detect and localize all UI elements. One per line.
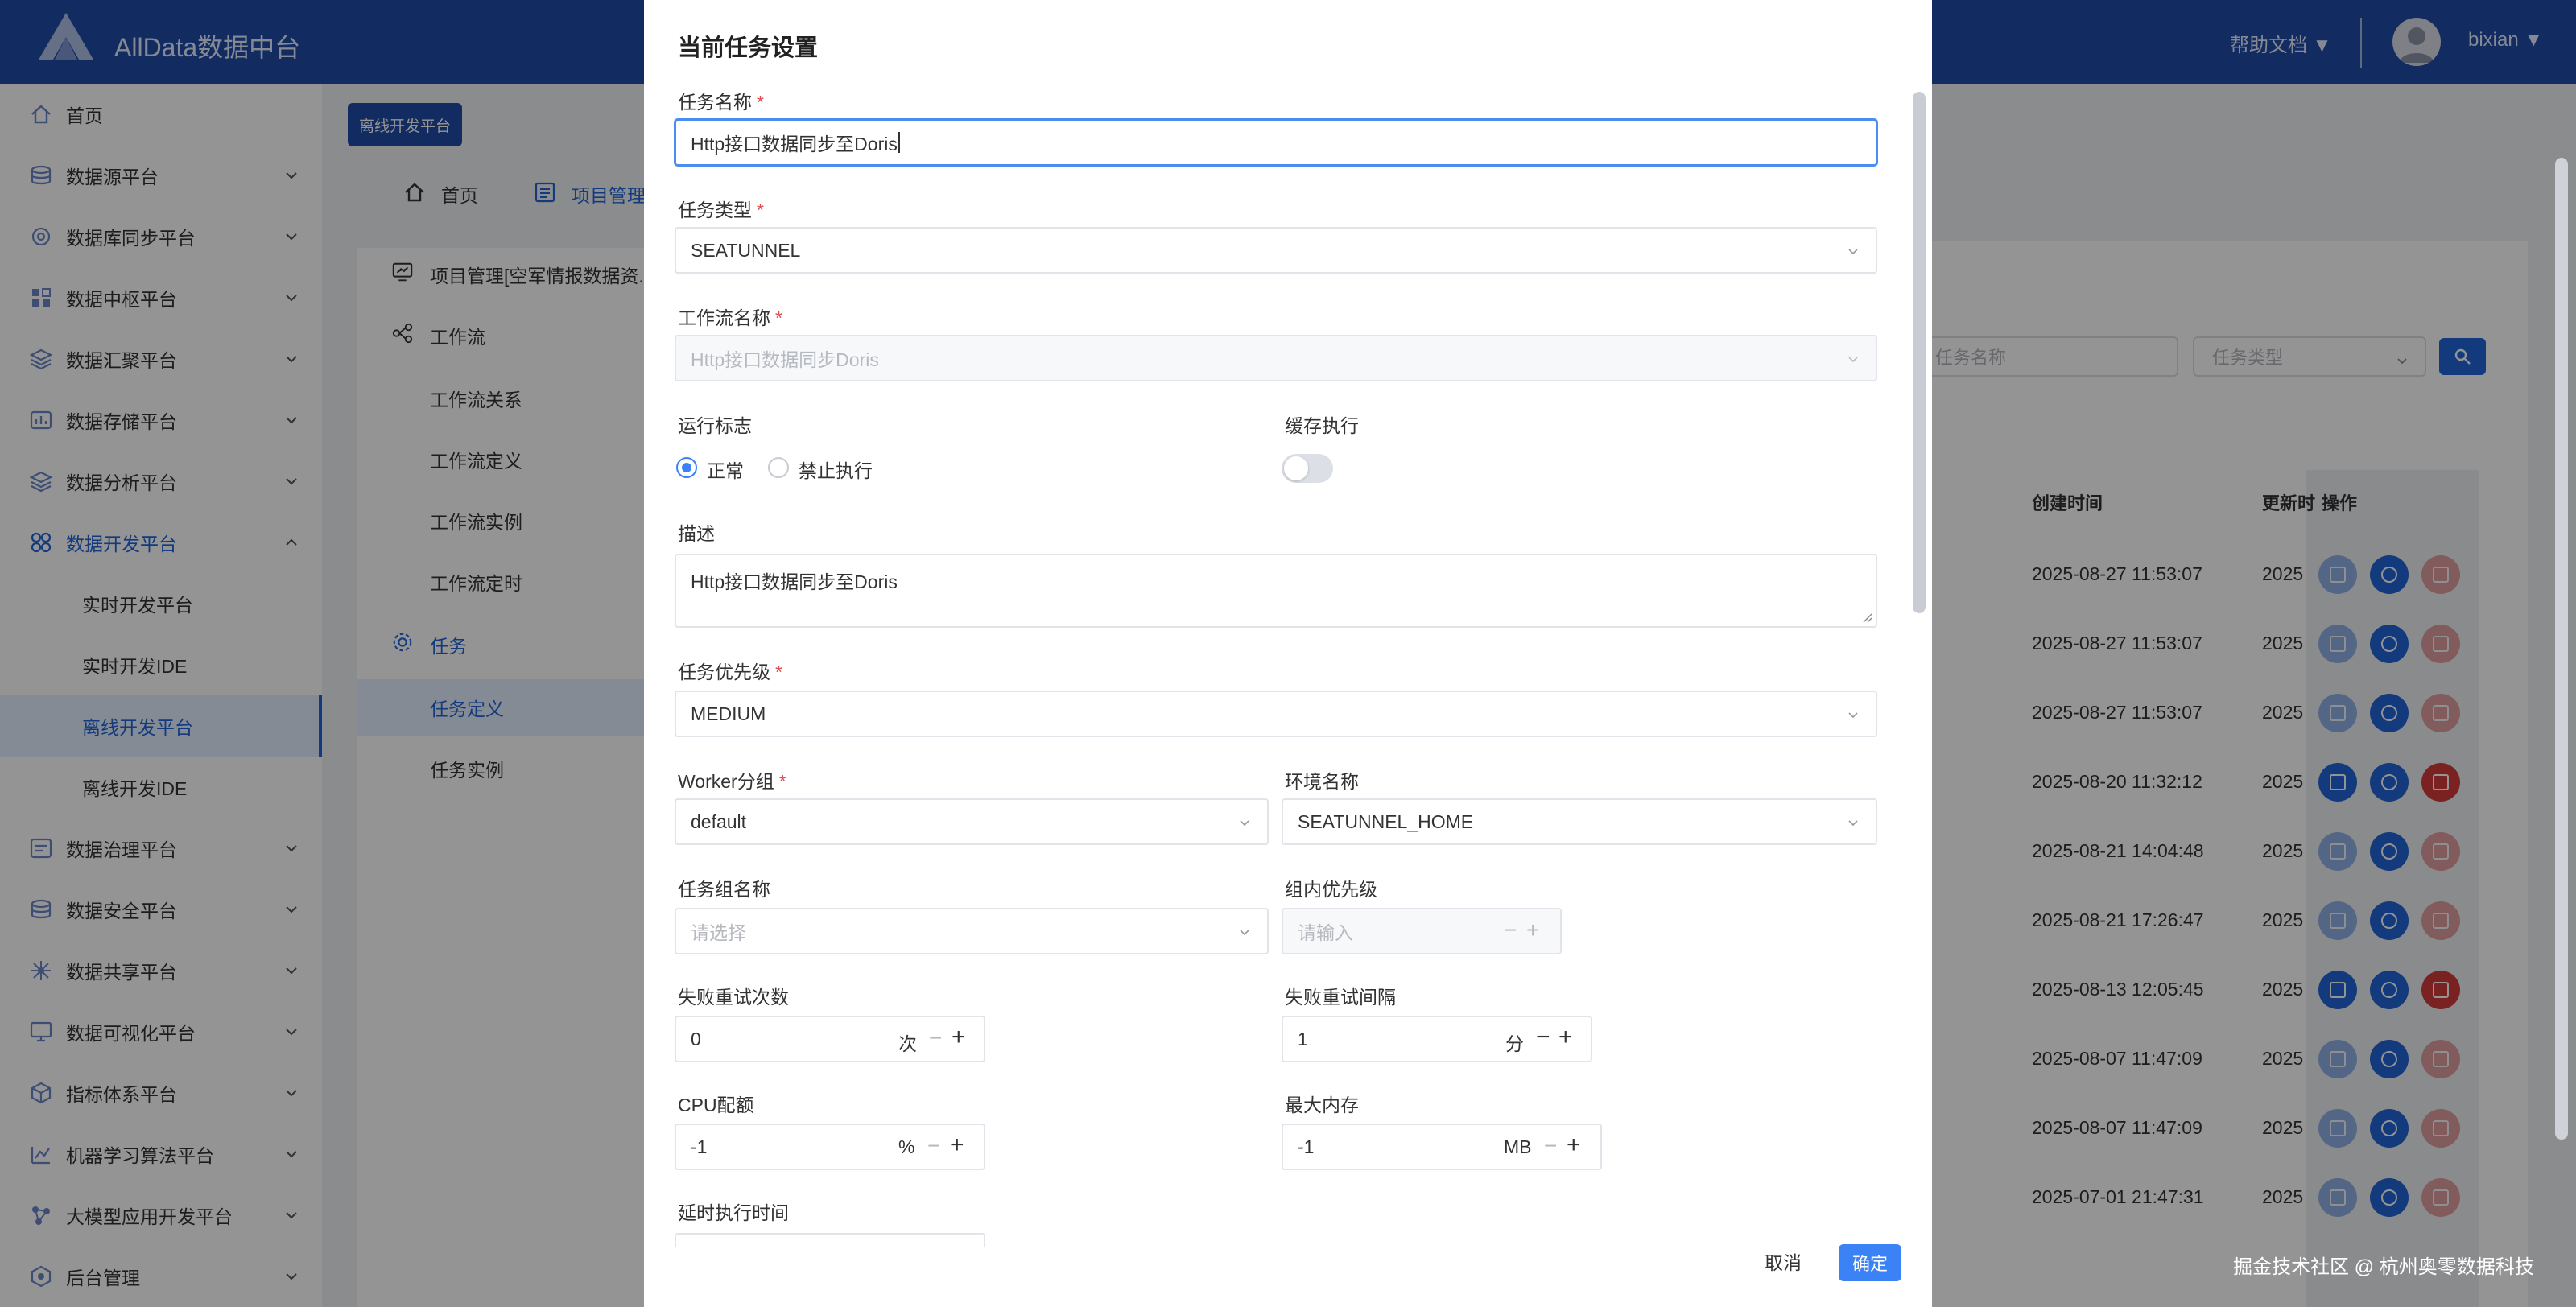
run-flag-disabled-radio[interactable] <box>768 457 789 478</box>
cpu-quota-value: -1 <box>691 1136 708 1157</box>
worker-group-value: default <box>691 810 747 832</box>
task-type-dropdown[interactable]: SEATUNNEL <box>675 227 1877 274</box>
task-type-value: SEATUNNEL <box>691 239 801 261</box>
task-group-dropdown[interactable]: 请选择 <box>675 908 1269 954</box>
workflow-name-label: 工作流名称 * <box>678 303 782 330</box>
cancel-button[interactable]: 取消 <box>1765 1247 1802 1275</box>
label-text: 任务名称 <box>678 92 752 113</box>
increment-icon[interactable]: + <box>1558 1024 1573 1051</box>
priority-label: 任务优先级 * <box>678 657 782 684</box>
retry-times-unit: 次 <box>898 1033 917 1054</box>
run-flag-label: 运行标志 <box>678 415 752 436</box>
max-memory-value: -1 <box>1298 1136 1315 1157</box>
decrement-icon[interactable]: − <box>1544 1133 1557 1159</box>
dialog-scrollbar[interactable] <box>1913 92 1926 613</box>
cpu-quota-label: CPU配额 <box>678 1095 754 1115</box>
cpu-quota-unit: % <box>898 1136 915 1157</box>
increment-icon[interactable]: + <box>950 1132 964 1159</box>
chevron-down-icon <box>1848 712 1858 719</box>
label-text: 工作流名称 <box>678 307 770 328</box>
retry-times-stepper[interactable]: 0 次 − + <box>675 1016 985 1062</box>
group-priority-stepper[interactable]: 请输入 − + <box>1282 908 1562 954</box>
max-memory-unit: MB <box>1504 1136 1532 1157</box>
required-mark: * <box>778 771 786 792</box>
required-mark: * <box>775 307 782 328</box>
increment-icon[interactable]: + <box>952 1024 966 1051</box>
required-mark: * <box>775 662 782 682</box>
increment-icon[interactable]: + <box>1526 917 1539 943</box>
task-name-label: 任务名称 * <box>678 87 764 114</box>
run-flag-normal-label[interactable]: 正常 <box>707 456 744 483</box>
delay-time-label: 延时执行时间 <box>678 1202 789 1223</box>
chevron-down-icon <box>1240 930 1249 936</box>
increment-icon[interactable]: + <box>1567 1132 1581 1159</box>
max-memory-stepper[interactable]: -1 MB − + <box>1282 1124 1602 1170</box>
required-mark: * <box>757 92 764 113</box>
resize-handle-icon[interactable] <box>1861 612 1872 623</box>
retry-times-value: 0 <box>691 1028 701 1049</box>
task-type-label: 任务类型 * <box>678 195 764 222</box>
retry-interval-label: 失败重试间隔 <box>1285 987 1396 1008</box>
worker-group-dropdown[interactable]: default <box>675 798 1269 845</box>
retry-interval-unit: 分 <box>1505 1033 1524 1054</box>
cache-exec-label: 缓存执行 <box>1285 415 1359 436</box>
run-flag-disabled-label[interactable]: 禁止执行 <box>799 456 873 483</box>
cpu-quota-stepper[interactable]: -1 % − + <box>675 1124 985 1170</box>
decrement-icon[interactable]: − <box>927 1133 940 1159</box>
description-value: Http接口数据同步至Doris <box>691 571 898 592</box>
task-group-label: 任务组名称 <box>678 879 770 900</box>
description-label: 描述 <box>678 523 715 544</box>
label-text: 任务类型 <box>678 200 752 221</box>
environment-dropdown[interactable]: SEATUNNEL_HOME <box>1282 798 1877 845</box>
watermark: 掘金技术社区 @ 杭州奥零数据科技 <box>2233 1256 2534 1278</box>
run-flag-normal-radio[interactable] <box>676 457 697 478</box>
dialog-title: 当前任务设置 <box>678 35 819 61</box>
environment-value: SEATUNNEL_HOME <box>1298 810 1474 832</box>
retry-interval-stepper[interactable]: 1 分 − + <box>1282 1016 1592 1062</box>
decrement-icon[interactable]: − <box>1536 1024 1550 1051</box>
text-cursor <box>898 132 900 153</box>
workflow-name-dropdown[interactable]: Http接口数据同步Doris <box>675 335 1877 381</box>
chevron-down-icon <box>1848 249 1858 255</box>
chevron-down-icon <box>1848 357 1858 363</box>
retry-times-label: 失败重试次数 <box>678 987 789 1008</box>
description-textarea[interactable]: Http接口数据同步至Doris <box>675 554 1877 628</box>
priority-value: MEDIUM <box>691 703 766 724</box>
task-group-placeholder: 请选择 <box>691 922 746 943</box>
delay-time-input[interactable] <box>675 1233 985 1247</box>
group-priority-placeholder: 请输入 <box>1298 922 1353 943</box>
task-settings-dialog: 当前任务设置 任务名称 * Http接口数据同步至Doris 任务类型 * SEAT… <box>644 0 1932 1307</box>
decrement-icon[interactable]: − <box>1504 917 1517 943</box>
confirm-button[interactable]: 确定 <box>1839 1244 1901 1281</box>
required-mark: * <box>757 200 764 221</box>
group-priority-label: 组内优先级 <box>1285 879 1377 900</box>
workflow-name-value: Http接口数据同步Doris <box>691 349 879 370</box>
task-name-input[interactable]: Http接口数据同步至Doris <box>675 119 1877 166</box>
chevron-down-icon <box>1848 820 1858 827</box>
retry-interval-value: 1 <box>1298 1028 1308 1049</box>
task-name-value: Http接口数据同步至Doris <box>691 134 898 155</box>
priority-dropdown[interactable]: MEDIUM <box>675 691 1877 737</box>
label-text: 任务优先级 <box>678 662 770 682</box>
cache-exec-toggle[interactable] <box>1282 454 1333 483</box>
max-memory-label: 最大内存 <box>1285 1095 1359 1115</box>
chevron-down-icon <box>1240 820 1249 827</box>
worker-group-label: Worker分组 * <box>678 766 786 794</box>
label-text: Worker分组 <box>678 771 774 792</box>
page-scrollbar[interactable] <box>2555 158 2568 1140</box>
environment-label: 环境名称 <box>1285 771 1359 792</box>
decrement-icon[interactable]: − <box>929 1025 942 1051</box>
